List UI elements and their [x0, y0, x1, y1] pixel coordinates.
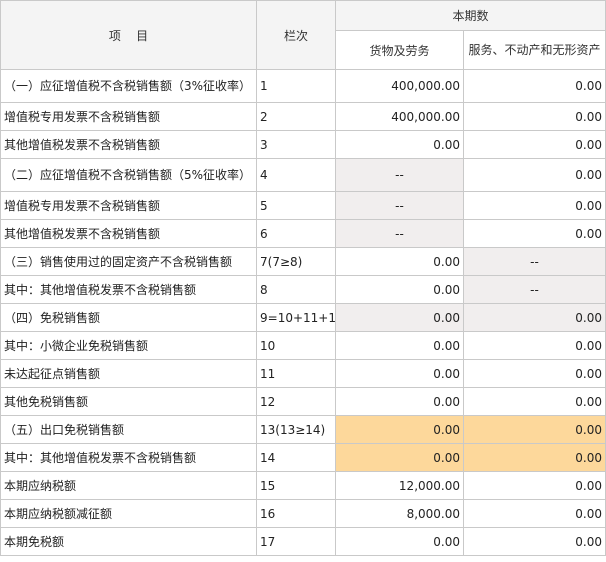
header-current-period: 本期数	[334, 0, 606, 31]
row-col-number: 5	[256, 191, 336, 220]
row-col-number: 4	[256, 158, 336, 192]
table-row: 增值税专用发票不含税销售额 2 400,000.00 0.00	[0, 102, 606, 131]
row-label: （四）免税销售额	[0, 303, 257, 332]
goods-amount-cell: 0.00	[335, 303, 464, 332]
row-label: 本期应纳税额	[0, 471, 257, 500]
row-label: （一）应征增值税不含税销售额（3%征收率）	[0, 69, 257, 103]
row-col-number: 10	[256, 331, 336, 360]
table-row: （一）应征增值税不含税销售额（3%征收率） 1 400,000.00 0.00	[0, 69, 606, 103]
goods-amount-cell[interactable]: 0.00	[335, 443, 464, 472]
goods-amount-cell[interactable]: 400,000.00	[335, 102, 464, 131]
row-label: 增值税专用发票不含税销售额	[0, 102, 257, 131]
row-label: （二）应征增值税不含税销售额（5%征收率）	[0, 158, 257, 192]
row-label: 其中：其他增值税发票不含税销售额	[0, 443, 257, 472]
table-row: 其他增值税发票不含税销售额 3 0.00 0.00	[0, 130, 606, 159]
vat-return-table: 项 目 栏次 本期数 货物及劳务 服务、不动产和无形资产 （一）应征增值税不含税…	[0, 0, 606, 556]
goods-amount-cell: --	[335, 191, 464, 220]
services-amount-cell[interactable]: 0.00	[462, 527, 606, 556]
table-row: 其中：其他增值税发票不含税销售额 14 0.00 0.00	[0, 443, 606, 472]
table-row: 其中：其他增值税发票不含税销售额 8 0.00 --	[0, 275, 606, 304]
row-label: （三）销售使用过的固定资产不含税销售额	[0, 247, 257, 276]
goods-amount-cell[interactable]: 12,000.00	[335, 471, 464, 500]
row-col-number: 1	[256, 69, 336, 103]
table-row: （四）免税销售额 9=10+11+12 0.00 0.00	[0, 303, 606, 332]
table-row: 其中：小微企业免税销售额 10 0.00 0.00	[0, 331, 606, 360]
goods-amount-cell[interactable]: 0.00	[335, 359, 464, 388]
row-col-number: 16	[256, 499, 336, 528]
row-col-number: 17	[256, 527, 336, 556]
services-amount-cell[interactable]: 0.00	[462, 102, 606, 131]
goods-amount-cell[interactable]: 0.00	[335, 387, 464, 416]
row-label: （五）出口免税销售额	[0, 415, 257, 444]
table-row: 增值税专用发票不含税销售额 5 -- 0.00	[0, 191, 606, 220]
row-col-number: 6	[256, 219, 336, 248]
row-col-number: 12	[256, 387, 336, 416]
row-col-number: 8	[256, 275, 336, 304]
services-amount-cell[interactable]: 0.00	[462, 415, 606, 444]
goods-amount-cell[interactable]: 8,000.00	[335, 499, 464, 528]
goods-amount-cell: --	[335, 219, 464, 248]
table-row: （三）销售使用过的固定资产不含税销售额 7(7≥8) 0.00 --	[0, 247, 606, 276]
row-label: 增值税专用发票不含税销售额	[0, 191, 257, 220]
goods-amount-cell[interactable]: 0.00	[335, 275, 464, 304]
services-amount-cell[interactable]: 0.00	[462, 130, 606, 159]
services-amount-cell[interactable]: 0.00	[462, 158, 606, 192]
services-amount-cell[interactable]: 0.00	[462, 471, 606, 500]
services-amount-cell: --	[462, 247, 606, 276]
header-item: 项 目	[0, 0, 257, 70]
header-services-realestate-intangibles: 服务、不动产和无形资产	[462, 30, 606, 70]
goods-amount-cell[interactable]: 0.00	[335, 527, 464, 556]
row-label: 其中：小微企业免税销售额	[0, 331, 257, 360]
goods-amount-cell[interactable]: 0.00	[335, 331, 464, 360]
row-label: 本期免税额	[0, 527, 257, 556]
row-label: 其他增值税发票不含税销售额	[0, 219, 257, 248]
row-label: 未达起征点销售额	[0, 359, 257, 388]
services-amount-cell: 0.00	[462, 303, 606, 332]
services-amount-cell: --	[462, 275, 606, 304]
goods-amount-cell[interactable]: 400,000.00	[335, 69, 464, 103]
goods-amount-cell[interactable]: 0.00	[335, 247, 464, 276]
row-col-number: 14	[256, 443, 336, 472]
row-label: 其他增值税发票不含税销售额	[0, 130, 257, 159]
table-row: 本期应纳税额 15 12,000.00 0.00	[0, 471, 606, 500]
table-row: 其他增值税发票不含税销售额 6 -- 0.00	[0, 219, 606, 248]
goods-amount-cell[interactable]: 0.00	[335, 415, 464, 444]
goods-amount-cell[interactable]: 0.00	[335, 130, 464, 159]
row-label: 其中：其他增值税发票不含税销售额	[0, 275, 257, 304]
row-col-number: 15	[256, 471, 336, 500]
table-row: 本期应纳税额减征额 16 8,000.00 0.00	[0, 499, 606, 528]
services-amount-cell[interactable]: 0.00	[462, 499, 606, 528]
row-col-number: 3	[256, 130, 336, 159]
table-row: 本期免税额 17 0.00 0.00	[0, 527, 606, 556]
row-label: 本期应纳税额减征额	[0, 499, 257, 528]
services-amount-cell[interactable]: 0.00	[462, 443, 606, 472]
services-amount-cell[interactable]: 0.00	[462, 387, 606, 416]
table-row: 未达起征点销售额 11 0.00 0.00	[0, 359, 606, 388]
services-amount-cell[interactable]: 0.00	[462, 219, 606, 248]
header-goods-services: 货物及劳务	[335, 30, 464, 70]
header-col-no: 栏次	[256, 0, 336, 70]
services-amount-cell[interactable]: 0.00	[462, 359, 606, 388]
services-amount-cell[interactable]: 0.00	[462, 191, 606, 220]
services-amount-cell[interactable]: 0.00	[462, 69, 606, 103]
services-amount-cell[interactable]: 0.00	[462, 331, 606, 360]
row-col-number: 13(13≥14)	[256, 415, 336, 444]
row-label: 其他免税销售额	[0, 387, 257, 416]
table-row: 其他免税销售额 12 0.00 0.00	[0, 387, 606, 416]
row-col-number: 7(7≥8)	[256, 247, 336, 276]
table-row: （五）出口免税销售额 13(13≥14) 0.00 0.00	[0, 415, 606, 444]
row-col-number: 9=10+11+12	[256, 303, 336, 332]
row-col-number: 2	[256, 102, 336, 131]
table-row: （二）应征增值税不含税销售额（5%征收率） 4 -- 0.00	[0, 158, 606, 192]
row-col-number: 11	[256, 359, 336, 388]
goods-amount-cell: --	[335, 158, 464, 192]
